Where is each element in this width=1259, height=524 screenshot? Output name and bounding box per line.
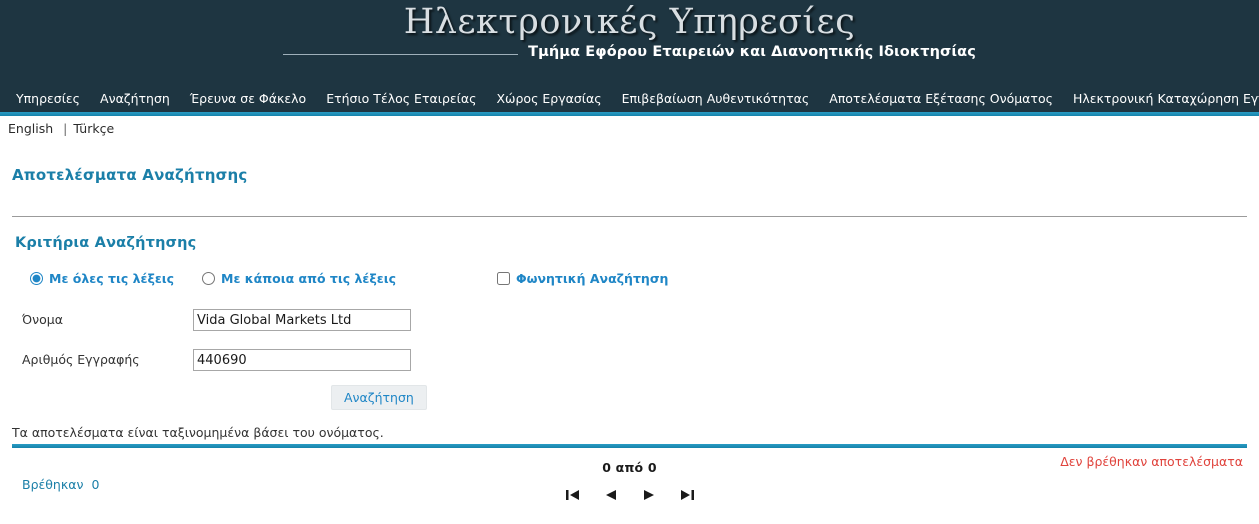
pagination-buttons — [0, 488, 1259, 502]
language-link-english[interactable]: English — [8, 121, 53, 136]
radio-option-any-words[interactable]: Με κάποια από τις λέξεις — [202, 271, 396, 286]
nav-item-xoros-ergasias[interactable]: Χώρος Εργασίας — [486, 86, 611, 112]
radio-any-words-label: Με κάποια από τις λέξεις — [221, 271, 397, 286]
nav-item-ilektroniki-kataxorisi[interactable]: Ηλεκτρονική Καταχώρηση Εγγράφων — [1063, 86, 1259, 112]
nav-item-etisio-telos[interactable]: Ετήσιο Τέλος Εταιρείας — [316, 86, 486, 112]
name-field-row: Όνομα — [12, 309, 1247, 333]
page-content: Αποτελέσματα Αναζήτησης Κριτήρια Αναζήτη… — [0, 166, 1259, 492]
name-label: Όνομα — [22, 312, 63, 327]
search-criteria-heading: Κριτήρια Αναζήτησης — [15, 235, 197, 251]
nav-item-anazitisi[interactable]: Αναζήτηση — [90, 86, 180, 112]
previous-page-icon[interactable] — [603, 488, 619, 502]
page-title: Αποτελέσματα Αναζήτησης — [12, 166, 248, 184]
registration-number-input[interactable] — [193, 349, 411, 371]
checkbox-phonetic-input[interactable] — [497, 272, 510, 285]
search-submit-button[interactable]: Αναζήτηση — [331, 385, 427, 410]
main-navigation: Υπηρεσίες Αναζήτηση Έρευνα σε Φάκελο Ετή… — [0, 86, 1259, 112]
last-page-icon[interactable] — [679, 488, 695, 502]
search-button-row: Αναζήτηση — [12, 385, 1247, 411]
language-link-turkish[interactable]: Türkçe — [73, 121, 114, 136]
pagination-label: 0 από 0 — [602, 460, 657, 475]
content-divider — [12, 216, 1247, 217]
checkbox-option-phonetic[interactable]: Φωνητική Αναζήτηση — [497, 271, 668, 286]
sort-note: Τα αποτελέσματα είναι ταξινομημένα βάσει… — [12, 425, 384, 440]
nav-item-ypiresies[interactable]: Υπηρεσίες — [6, 86, 90, 112]
site-subtitle: Τμήμα Εφόρου Εταιρειών και Διανοητικής Ι… — [528, 44, 976, 60]
language-switcher: English | Türkçe — [0, 116, 1259, 138]
nav-item-erevna-se-fakelo[interactable]: Έρευνα σε Φάκελο — [180, 86, 316, 112]
site-title-text: Ηλεκτρονικές Υπηρεσίες — [403, 2, 856, 42]
site-banner: Ηλεκτρονικές Υπηρεσίες Τμήμα Εφόρου Εται… — [0, 0, 1259, 86]
nav-item-epivevaiosi[interactable]: Επιβεβαίωση Αυθεντικότητας — [612, 86, 820, 112]
registration-number-field-row: Αριθμός Εγγραφής — [12, 349, 1247, 373]
nav-item-apotelesmata[interactable]: Αποτελέσματα Εξέτασης Ονόματος — [819, 86, 1063, 112]
site-title: Ηλεκτρονικές Υπηρεσίες — [0, 2, 1259, 42]
subtitle-rule — [283, 53, 519, 55]
pagination-control: 0 από 0 — [0, 460, 1259, 502]
name-input[interactable] — [193, 309, 411, 331]
first-page-icon[interactable] — [565, 488, 581, 502]
radio-all-words-input[interactable] — [30, 272, 43, 285]
radio-option-all-words[interactable]: Με όλες τις λέξεις — [30, 271, 174, 286]
registration-number-label: Αριθμός Εγγραφής — [22, 352, 140, 367]
search-options-row: Με όλες τις λέξεις Με κάποια από τις λέξ… — [12, 271, 1247, 293]
next-page-icon[interactable] — [641, 488, 657, 502]
site-subtitle-row: Τμήμα Εφόρου Εταιρειών και Διανοητικής Ι… — [0, 44, 1259, 60]
checkbox-phonetic-label: Φωνητική Αναζήτηση — [516, 271, 669, 286]
language-separator: | — [63, 120, 68, 136]
radio-any-words-input[interactable] — [202, 272, 215, 285]
radio-all-words-label: Με όλες τις λέξεις — [49, 271, 175, 286]
